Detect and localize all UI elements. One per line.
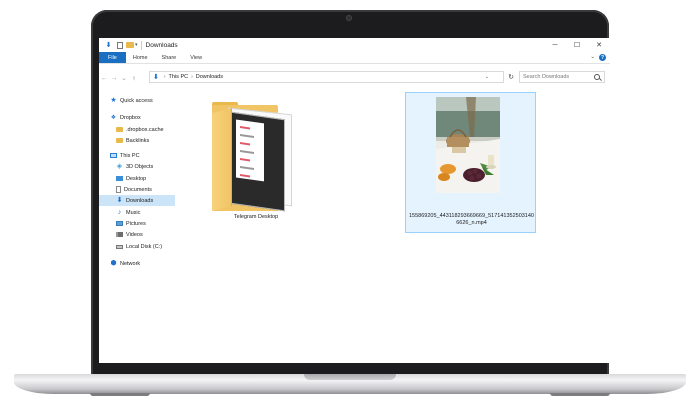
download-icon: ⬇ [116, 197, 123, 204]
tab-home[interactable]: Home [126, 52, 155, 63]
address-bar[interactable]: ⬇ › This PC › Downloads ⌄ [149, 71, 504, 83]
breadcrumb-this-pc[interactable]: This PC [169, 74, 189, 80]
sidebar-item-label: Dropbox [120, 114, 141, 121]
sidebar-item-quick-access[interactable]: ★ Quick access [99, 95, 175, 106]
navigation-pane: ★ Quick access ❖ Dropbox .dropbox.cache … [99, 95, 177, 363]
sidebar-item-videos[interactable]: Videos [99, 229, 175, 240]
sidebar-item-label: This PC [120, 152, 140, 159]
help-icon[interactable]: ? [599, 54, 606, 61]
tab-share[interactable]: Share [155, 52, 184, 63]
dropbox-icon: ❖ [110, 114, 117, 121]
sidebar-item-label: Pictures [126, 220, 146, 227]
star-icon: ★ [110, 97, 117, 104]
sidebar-item-documents[interactable]: Documents [99, 184, 175, 195]
refresh-button[interactable]: ↻ [506, 71, 516, 83]
sidebar-item-label: .dropbox.cache [126, 126, 164, 133]
expand-ribbon-chevron-icon[interactable]: ⌄ [590, 54, 595, 61]
sidebar-item-label: Network [120, 260, 141, 267]
file-name: Telegram Desktop [233, 214, 279, 220]
ribbon-tabs: File Home Share View ⌄ ? [99, 52, 610, 64]
tab-view[interactable]: View [183, 52, 209, 63]
laptop-opening-notch [304, 374, 396, 380]
cube-icon: ◈ [116, 163, 123, 170]
sidebar-item-music[interactable]: ♪ Music [99, 207, 175, 218]
sidebar-item-3d-objects[interactable]: ◈ 3D Objects [99, 161, 175, 172]
tab-file[interactable]: File [99, 52, 126, 63]
folder-item-telegram-desktop[interactable]: Telegram Desktop [206, 95, 302, 220]
breadcrumb-separator[interactable]: › [191, 74, 193, 80]
laptop-foot [550, 393, 610, 396]
folder-preview-screenshot [223, 110, 285, 212]
picnic-photo-thumbnail [436, 97, 500, 193]
window-title: Downloads [145, 41, 178, 49]
sidebar-item-this-pc[interactable]: This PC [99, 150, 175, 161]
sidebar-item-label: Local Disk (C:) [126, 243, 163, 250]
minimize-button[interactable]: ─ [544, 38, 566, 52]
webcam-icon [346, 15, 352, 21]
sidebar-item-label: Desktop [126, 175, 147, 182]
sidebar-item-desktop[interactable]: Desktop [99, 173, 175, 184]
window-controls: ─ ☐ ✕ [544, 38, 610, 52]
folder-preview-menu [236, 119, 264, 182]
downloads-location-icon: ⬇ [153, 74, 159, 81]
up-button[interactable]: ↑ [129, 75, 139, 82]
close-button[interactable]: ✕ [588, 38, 610, 52]
back-button[interactable]: ← [99, 75, 109, 82]
video-thumbnail [436, 97, 500, 193]
folder-icon [116, 138, 123, 143]
customize-toolbar-chevron-icon[interactable]: ▾ [135, 42, 138, 48]
video-item-mp4[interactable]: 155869205_443118293669669_51714135250314… [405, 92, 536, 233]
documents-icon [116, 186, 121, 193]
network-icon: ⬢ [110, 260, 117, 267]
search-placeholder: Search Downloads [523, 74, 570, 80]
maximize-button[interactable]: ☐ [566, 38, 588, 52]
address-row: ← → ⌄ ↑ ⬇ › This PC › Downloads ⌄ ↻ Sear… [99, 71, 610, 85]
music-icon: ♪ [117, 209, 122, 216]
desktop-icon [116, 176, 123, 181]
sidebar-item-label: Downloads [126, 197, 154, 204]
properties-icon[interactable] [117, 41, 123, 49]
breadcrumb-separator[interactable]: › [164, 74, 166, 80]
sidebar-item-downloads[interactable]: ⬇ Downloads [99, 195, 175, 206]
file-explorer-window: ⬇ ▾ Downloads ─ ☐ ✕ File Home Share View… [99, 38, 610, 363]
laptop-foot [90, 393, 150, 396]
sidebar-item-backlinks[interactable]: Backlinks [99, 135, 175, 146]
sidebar-item-label: Documents [124, 186, 152, 193]
disk-icon [116, 244, 123, 249]
sidebar-item-label: Quick access [120, 97, 153, 104]
recent-locations-chevron-icon[interactable]: ⌄ [119, 74, 129, 82]
sidebar-item-label: Videos [126, 231, 143, 238]
downloads-quick-icon[interactable]: ⬇ [104, 41, 113, 50]
search-input[interactable]: Search Downloads [519, 71, 605, 83]
ribbon-right-controls: ⌄ ? [590, 54, 606, 61]
sidebar-item-label: Music [126, 209, 141, 216]
sidebar-item-dropbox[interactable]: ❖ Dropbox [99, 112, 175, 123]
sidebar-item-network[interactable]: ⬢ Network [99, 258, 175, 269]
file-name: 155869205_443118293669669_51714135250314… [408, 213, 534, 226]
title-bar: ⬇ ▾ Downloads ─ ☐ ✕ [99, 38, 610, 52]
folder-front [212, 108, 232, 211]
breadcrumb-downloads[interactable]: Downloads [196, 74, 223, 80]
folder-icon [116, 127, 123, 132]
videos-icon [116, 232, 123, 237]
sidebar-item-dropbox-cache[interactable]: .dropbox.cache [99, 124, 175, 135]
sidebar-item-label: 3D Objects [126, 163, 154, 170]
computer-icon [110, 153, 117, 158]
search-icon [594, 74, 600, 80]
forward-button[interactable]: → [109, 75, 119, 82]
title-divider [140, 40, 142, 50]
sidebar-item-pictures[interactable]: Pictures [99, 218, 175, 229]
file-list: Telegram Desktop 155869205_4431182936696… [179, 88, 610, 363]
pictures-icon [116, 221, 123, 226]
sidebar-item-label: Backlinks [126, 137, 150, 144]
new-folder-icon[interactable] [126, 42, 134, 48]
sidebar-item-local-disk[interactable]: Local Disk (C:) [99, 241, 175, 252]
address-history-chevron-icon[interactable]: ⌄ [485, 74, 489, 80]
